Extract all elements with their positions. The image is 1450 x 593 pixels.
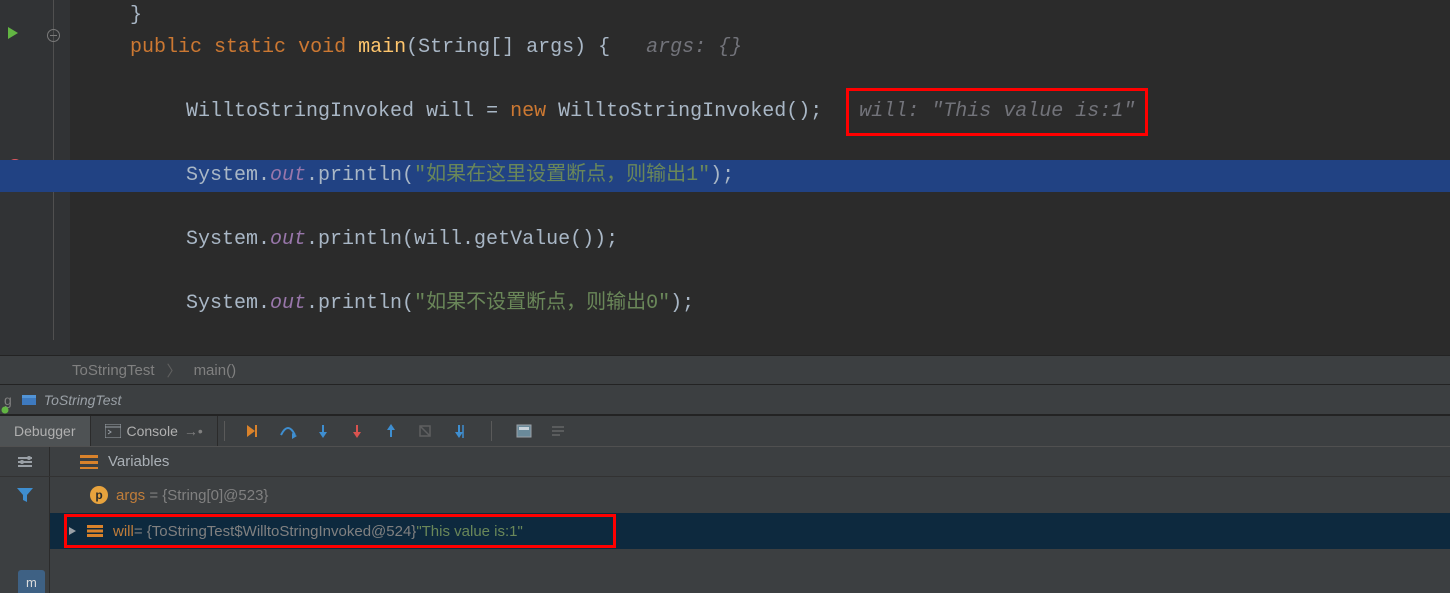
fold-icon[interactable]: [46, 28, 61, 43]
code-body[interactable]: } public static void main (String[] args…: [70, 0, 1450, 355]
debug-toolbar: Debugger Console →•: [0, 415, 1450, 447]
step-over-icon[interactable]: [279, 423, 297, 439]
current-execution-line: System. out .println( "如果在这里设置断点，则输出1" )…: [0, 160, 1450, 192]
filter-icon[interactable]: [16, 487, 34, 503]
tab-console[interactable]: Console →•: [91, 416, 218, 446]
string-literal: "如果在这里设置断点，则输出1": [414, 160, 710, 192]
variables-title: Variables: [98, 453, 169, 470]
debug-config-name: ToStringTest: [38, 392, 122, 408]
variables-list[interactable]: p args = {String[0]@523} will = {ToStrin…: [50, 477, 1450, 593]
var-name: will: [426, 96, 474, 128]
show-execution-point-icon[interactable]: [245, 423, 261, 439]
type-name: WilltoStringInvoked: [186, 96, 414, 128]
variable-row-will[interactable]: will = {ToStringTest$WilltoStringInvoked…: [50, 513, 1450, 549]
breadcrumb[interactable]: ToStringTest 〉 main(): [0, 355, 1450, 385]
method-params: (String[] args) {: [406, 32, 610, 64]
threads-icon[interactable]: [50, 455, 98, 469]
method-name: main: [358, 32, 406, 64]
object-icon: [87, 525, 103, 537]
field-out: out: [270, 224, 306, 256]
inlay-hint-will-val: "This value is:1": [931, 96, 1135, 128]
drop-frame-icon[interactable]: [417, 423, 433, 439]
code-editor[interactable]: } public static void main (String[] args…: [0, 0, 1450, 355]
field-out: out: [270, 160, 306, 192]
step-into-icon[interactable]: [315, 423, 331, 439]
bottom-tab[interactable]: m: [18, 570, 45, 593]
variable-row-args[interactable]: p args = {String[0]@523}: [50, 477, 1450, 513]
highlight-box: will: "This value is:1": [846, 88, 1148, 136]
keyword-public: public: [130, 32, 202, 64]
tab-debugger[interactable]: Debugger: [0, 416, 91, 446]
variables-panel: Variables p args = {String[0]@523}: [0, 447, 1450, 593]
trace-icon[interactable]: [550, 424, 566, 438]
debug-toolwindow-header: g ToStringTest: [0, 385, 1450, 415]
step-out-icon[interactable]: [383, 423, 399, 439]
keyword-static: static: [214, 32, 286, 64]
settings-icon[interactable]: [16, 455, 34, 469]
inlay-hint-args: args: {}: [646, 32, 742, 64]
breadcrumb-class[interactable]: ToStringTest: [72, 362, 155, 379]
string-literal: "如果不设置断点，则输出0": [414, 288, 670, 320]
code-brace: }: [130, 0, 142, 32]
param-badge-icon: p: [90, 486, 108, 504]
expand-icon[interactable]: [67, 526, 77, 536]
debug-restart-icon[interactable]: [20, 391, 38, 409]
keyword-void: void: [298, 32, 346, 64]
force-step-into-icon[interactable]: [349, 423, 365, 439]
breadcrumb-separator: 〉: [167, 360, 182, 381]
field-out: out: [270, 288, 306, 320]
run-gutter-icon[interactable]: [6, 26, 20, 40]
keyword-new: new: [510, 96, 546, 128]
run-to-cursor-icon[interactable]: [451, 423, 467, 439]
inlay-hint-will-key: will:: [859, 96, 919, 128]
breadcrumb-method[interactable]: main(): [194, 362, 237, 379]
evaluate-icon[interactable]: [516, 424, 532, 438]
